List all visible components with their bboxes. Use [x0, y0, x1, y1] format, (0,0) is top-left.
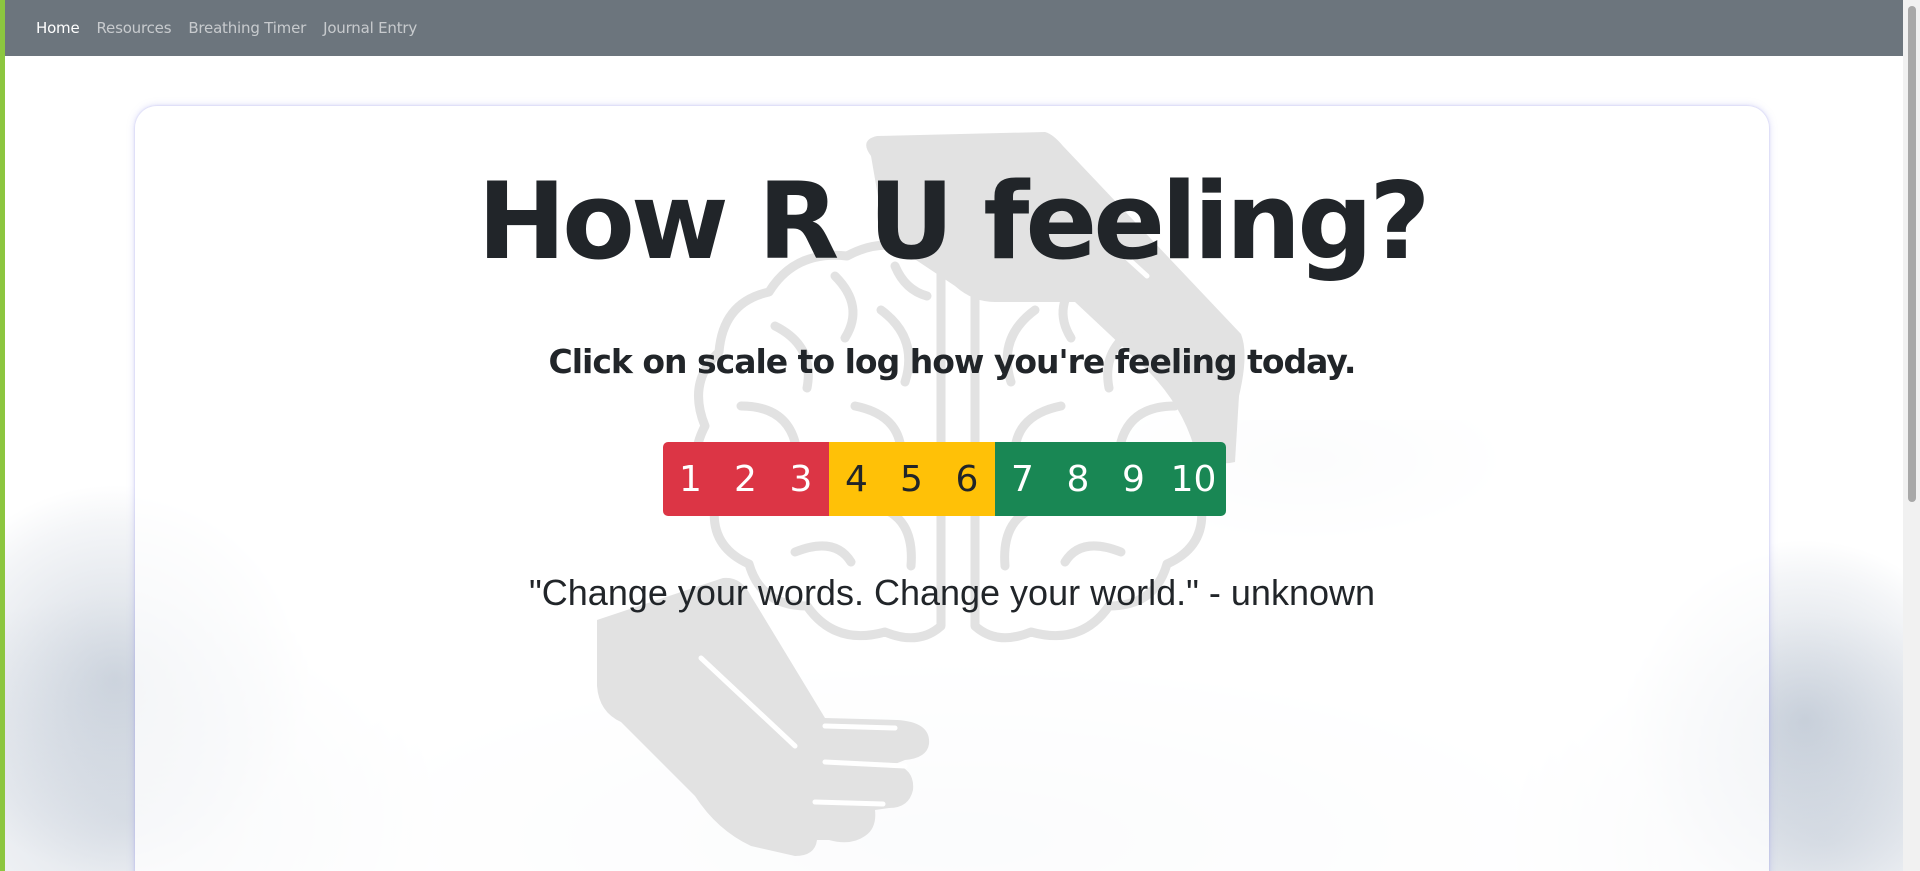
mood-scale-button-4[interactable]: 4: [829, 442, 884, 516]
mood-scale: 1 2 3 4 5 6 7 8 9 10: [663, 442, 1226, 516]
mood-card: How R U feeling? Click on scale to log h…: [135, 106, 1769, 871]
mood-scale-button-8[interactable]: 8: [1050, 442, 1106, 516]
quote-text: "Change your words. Change your world." …: [529, 572, 1375, 613]
nav-link-breathing-timer[interactable]: Breathing Timer: [188, 19, 306, 37]
mood-scale-button-10[interactable]: 10: [1161, 442, 1226, 516]
mood-scale-button-5[interactable]: 5: [884, 442, 939, 516]
mood-scale-button-3[interactable]: 3: [773, 442, 829, 516]
nav-link-resources[interactable]: Resources: [97, 19, 172, 37]
mood-scale-button-7[interactable]: 7: [995, 442, 1050, 516]
nav-link-journal-entry[interactable]: Journal Entry: [323, 19, 417, 37]
page-title: How R U feeling?: [477, 160, 1430, 283]
mood-scale-button-1[interactable]: 1: [663, 442, 718, 516]
mood-scale-button-6[interactable]: 6: [939, 442, 995, 516]
mood-scale-button-2[interactable]: 2: [718, 442, 773, 516]
mood-scale-button-9[interactable]: 9: [1106, 442, 1161, 516]
scale-instruction: Click on scale to log how you're feeling…: [548, 342, 1357, 381]
scrollbar-thumb[interactable]: [1908, 6, 1916, 502]
top-navbar: Home Resources Breathing Timer Journal E…: [5, 0, 1903, 56]
nav-link-home[interactable]: Home: [36, 19, 80, 37]
page-scrollbar[interactable]: [1903, 0, 1920, 871]
